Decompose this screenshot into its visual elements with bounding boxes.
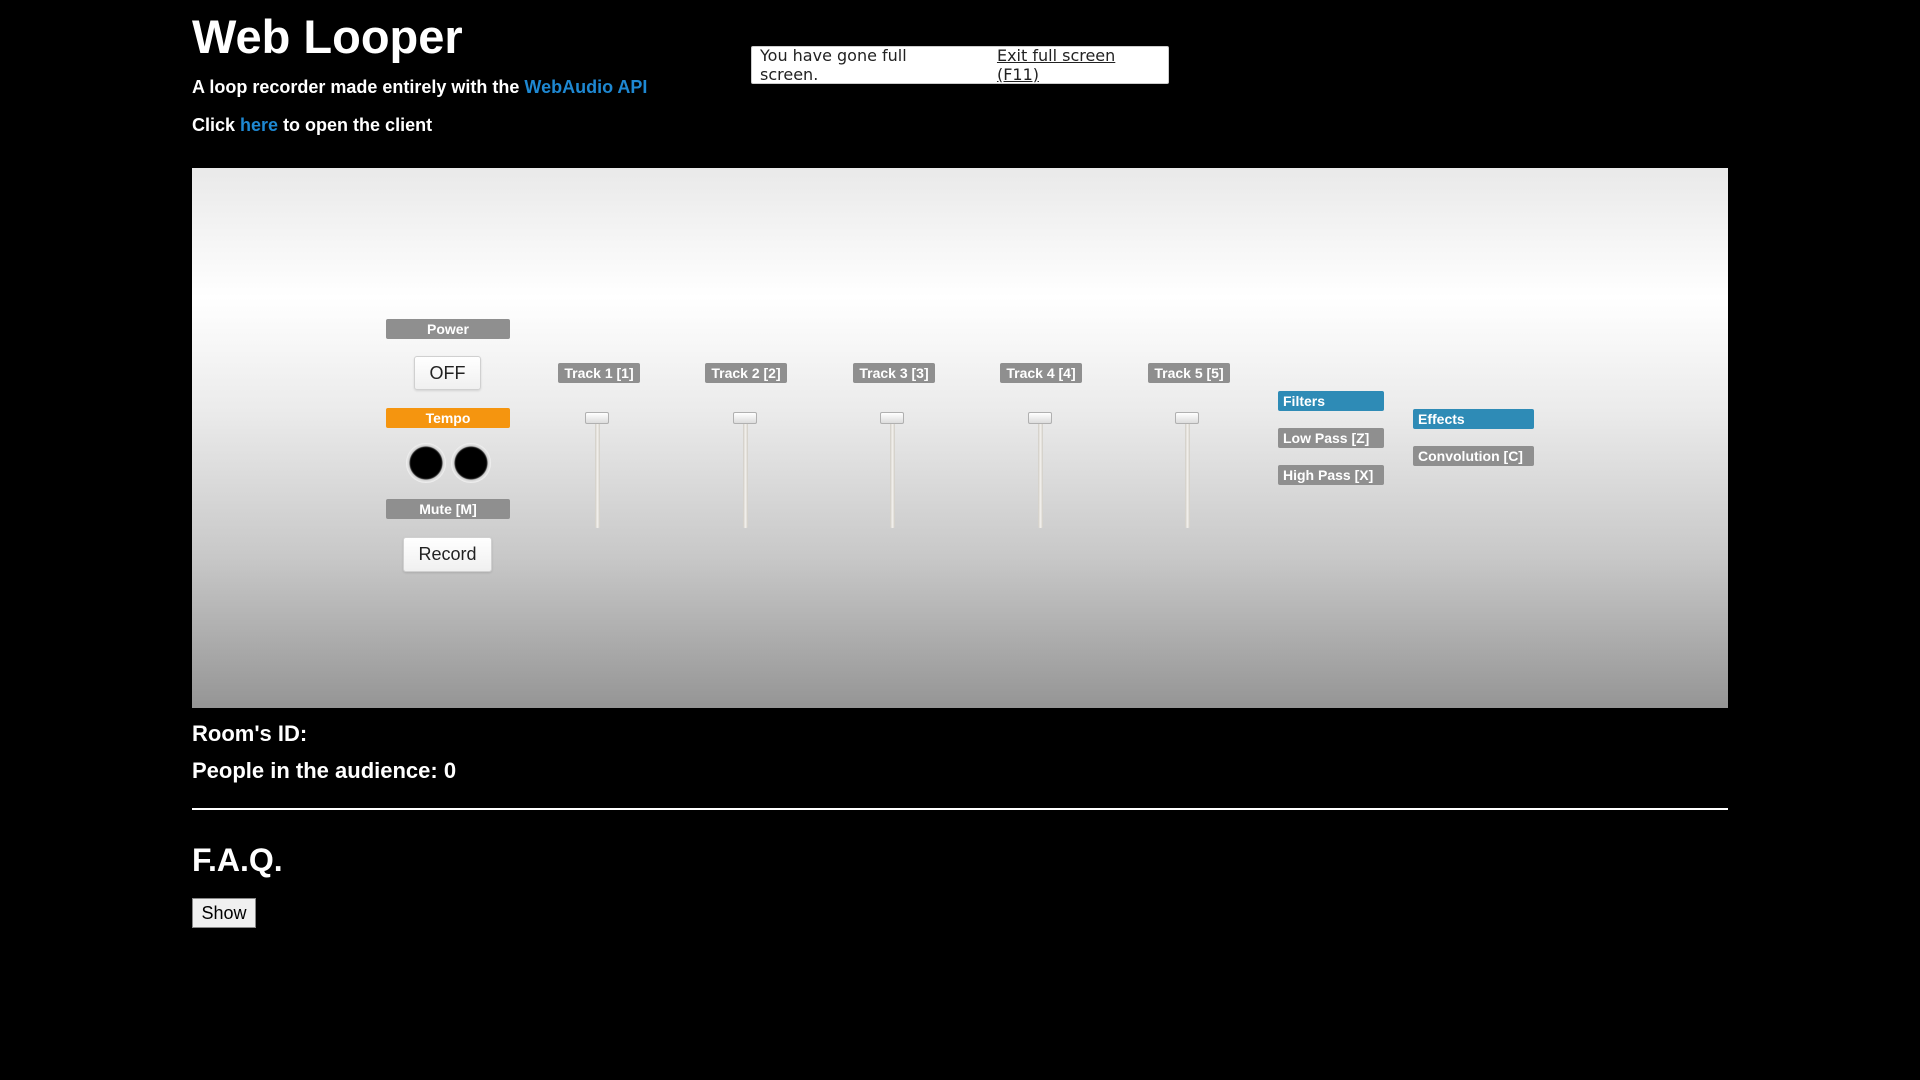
track-5-slider-track[interactable] xyxy=(1185,418,1190,528)
subtitle: A loop recorder made entirely with the W… xyxy=(192,76,647,98)
low-pass-button[interactable]: Low Pass [Z] xyxy=(1278,428,1384,448)
looper-panel: Power OFF Tempo Mute [M] Record Track 1 … xyxy=(192,168,1728,708)
tempo-label: Tempo xyxy=(386,408,510,428)
record-button[interactable]: Record xyxy=(403,537,492,572)
client-line: Click here to open the client xyxy=(192,114,432,136)
room-id: Room's ID: xyxy=(192,721,308,746)
convolution-button[interactable]: Convolution [C] xyxy=(1413,446,1534,466)
tempo-knob-left[interactable] xyxy=(406,443,446,483)
filters-heading: Filters xyxy=(1278,391,1384,411)
tempo-knob-right[interactable] xyxy=(451,443,491,483)
mute-button[interactable]: Mute [M] xyxy=(386,499,510,519)
exit-fullscreen-link[interactable]: Exit full screen (F11) xyxy=(997,46,1160,84)
track-1-label: Track 1 [1] xyxy=(558,363,640,383)
open-client-link[interactable]: here xyxy=(240,115,278,135)
track-1-slider-handle[interactable] xyxy=(585,412,609,424)
faq-title: F.A.Q. xyxy=(192,842,283,878)
faq-show-button[interactable]: Show xyxy=(192,898,256,928)
fullscreen-notice: You have gone full screen. Exit full scr… xyxy=(751,46,1169,84)
audience-count: People in the audience: 0 xyxy=(192,758,457,783)
divider xyxy=(192,808,1728,810)
page-title: Web Looper xyxy=(192,10,463,63)
track-2-slider-handle[interactable] xyxy=(733,412,757,424)
page: Web Looper A loop recorder made entirely… xyxy=(0,0,1920,1080)
fullscreen-message: You have gone full screen. xyxy=(760,46,907,84)
power-label: Power xyxy=(386,319,510,339)
track-3-label: Track 3 [3] xyxy=(853,363,935,383)
subtitle-text: A loop recorder made entirely with the xyxy=(192,77,525,97)
track-2-label: Track 2 [2] xyxy=(705,363,787,383)
client-prefix: Click xyxy=(192,115,241,135)
track-3-slider-handle[interactable] xyxy=(880,412,904,424)
client-suffix: to open the client xyxy=(278,115,433,135)
high-pass-button[interactable]: High Pass [X] xyxy=(1278,465,1384,485)
track-1-slider-track[interactable] xyxy=(595,418,600,528)
power-button[interactable]: OFF xyxy=(414,356,481,390)
track-4-slider-track[interactable] xyxy=(1038,418,1043,528)
track-4-slider-handle[interactable] xyxy=(1028,412,1052,424)
track-2-slider-track[interactable] xyxy=(743,418,748,528)
track-3-slider-track[interactable] xyxy=(890,418,895,528)
track-4-label: Track 4 [4] xyxy=(1000,363,1082,383)
effects-heading: Effects xyxy=(1413,409,1534,429)
track-5-label: Track 5 [5] xyxy=(1148,363,1230,383)
webaudio-api-link[interactable]: WebAudio API xyxy=(524,77,647,97)
track-5-slider-handle[interactable] xyxy=(1175,412,1199,424)
